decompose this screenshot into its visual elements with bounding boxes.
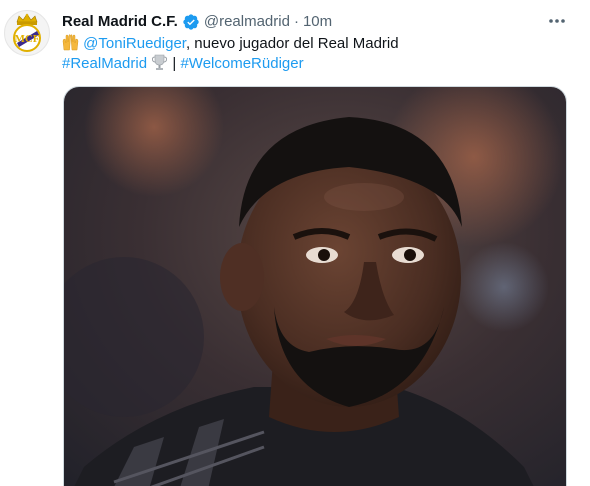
separator-dot: ·	[293, 13, 299, 30]
hashtag-divider: |	[172, 55, 177, 72]
hashtag-realmadrid-link[interactable]: #RealMadrid	[62, 55, 147, 72]
tweet-card[interactable]: MCF Real Madrid C.F. @realmadrid · 10m @…	[0, 0, 590, 486]
tweet-photo[interactable]	[63, 86, 567, 486]
svg-text:MCF: MCF	[14, 33, 39, 45]
tweet-body-text: , nuevo jugador del Real Madrid	[185, 35, 399, 52]
real-madrid-crest-icon: MCF	[13, 13, 41, 52]
avatar[interactable]: MCF	[4, 10, 50, 56]
author-handle[interactable]: @realmadrid	[204, 12, 290, 32]
mention-link[interactable]: @ToniRuediger	[83, 35, 186, 52]
trophy-emoji	[151, 54, 168, 71]
more-options-button[interactable]	[544, 10, 570, 32]
tweet-text: @ToniRuediger, nuevo jugador del Real Ma…	[62, 34, 570, 74]
raising-hands-emoji	[62, 34, 79, 51]
tweet-timestamp[interactable]: 10m	[303, 12, 332, 32]
tweet-text-line-1: @ToniRuediger, nuevo jugador del Real Ma…	[62, 34, 570, 54]
author-display-name[interactable]: Real Madrid C.F.	[62, 12, 178, 32]
hashtag-welcomerudiger-link[interactable]: #WelcomeRüdiger	[180, 55, 303, 72]
tweet-header: Real Madrid C.F. @realmadrid · 10m	[62, 12, 550, 32]
player-photo-illustration	[64, 87, 566, 486]
more-options-icon	[549, 19, 565, 23]
tweet-text-line-2: #RealMadrid | #WelcomeRüdiger	[62, 54, 570, 74]
verified-badge-icon	[182, 13, 200, 31]
